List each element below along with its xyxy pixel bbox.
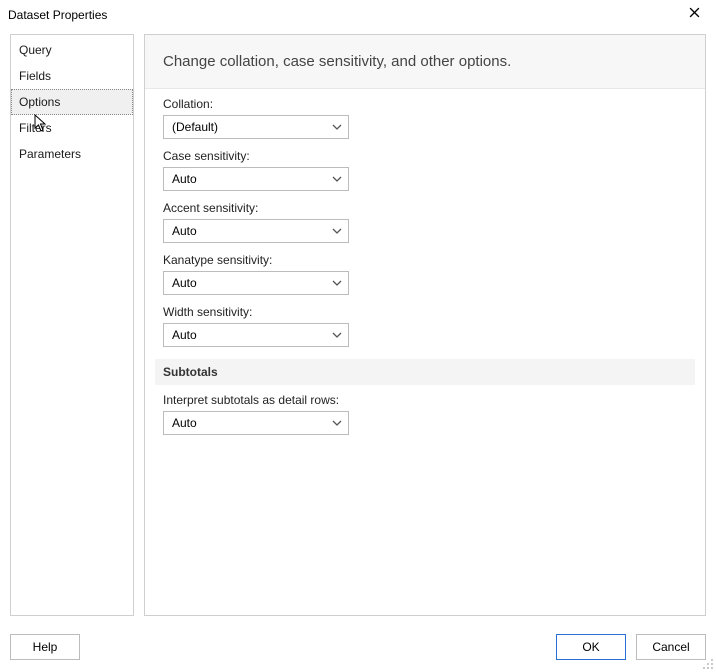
chevron-down-icon — [332, 122, 342, 132]
collation-value: (Default) — [172, 120, 218, 134]
chevron-down-icon — [332, 418, 342, 428]
ok-button[interactable]: OK — [556, 634, 626, 660]
chevron-down-icon — [332, 278, 342, 288]
close-icon — [689, 7, 700, 21]
chevron-down-icon — [332, 226, 342, 236]
collation-label: Collation: — [163, 97, 687, 111]
collation-select[interactable]: (Default) — [163, 115, 349, 139]
kanatype-sensitivity-value: Auto — [172, 276, 197, 290]
width-sensitivity-select[interactable]: Auto — [163, 323, 349, 347]
kanatype-sensitivity-select[interactable]: Auto — [163, 271, 349, 295]
case-sensitivity-label: Case sensitivity: — [163, 149, 687, 163]
resize-grip-icon[interactable] — [702, 658, 714, 670]
interpret-subtotals-value: Auto — [172, 416, 197, 430]
sidebar-item-filters[interactable]: Filters — [11, 115, 133, 141]
accent-sensitivity-select[interactable]: Auto — [163, 219, 349, 243]
sidebar-item-parameters[interactable]: Parameters — [11, 141, 133, 167]
width-sensitivity-label: Width sensitivity: — [163, 305, 687, 319]
interpret-subtotals-label: Interpret subtotals as detail rows: — [163, 393, 687, 407]
page-description: Change collation, case sensitivity, and … — [145, 35, 705, 89]
titlebar: Dataset Properties — [0, 0, 716, 30]
kanatype-sensitivity-label: Kanatype sensitivity: — [163, 253, 687, 267]
accent-sensitivity-label: Accent sensitivity: — [163, 201, 687, 215]
content-panel: Change collation, case sensitivity, and … — [144, 34, 706, 616]
case-sensitivity-value: Auto — [172, 172, 197, 186]
subtotals-section-header: Subtotals — [155, 359, 695, 385]
width-sensitivity-value: Auto — [172, 328, 197, 342]
chevron-down-icon — [332, 174, 342, 184]
cancel-button[interactable]: Cancel — [636, 634, 706, 660]
sidebar-item-options[interactable]: Options — [11, 89, 133, 115]
dialog-footer: Help OK Cancel — [10, 634, 706, 660]
form-area: Collation: (Default) Case sensitivity: A… — [145, 89, 705, 445]
interpret-subtotals-select[interactable]: Auto — [163, 411, 349, 435]
help-button[interactable]: Help — [10, 634, 80, 660]
case-sensitivity-select[interactable]: Auto — [163, 167, 349, 191]
sidebar-item-query[interactable]: Query — [11, 37, 133, 63]
chevron-down-icon — [332, 330, 342, 340]
close-button[interactable] — [684, 4, 704, 24]
sidebar: Query Fields Options Filters Parameters — [10, 34, 134, 616]
accent-sensitivity-value: Auto — [172, 224, 197, 238]
window-title: Dataset Properties — [8, 8, 107, 22]
sidebar-item-fields[interactable]: Fields — [11, 63, 133, 89]
